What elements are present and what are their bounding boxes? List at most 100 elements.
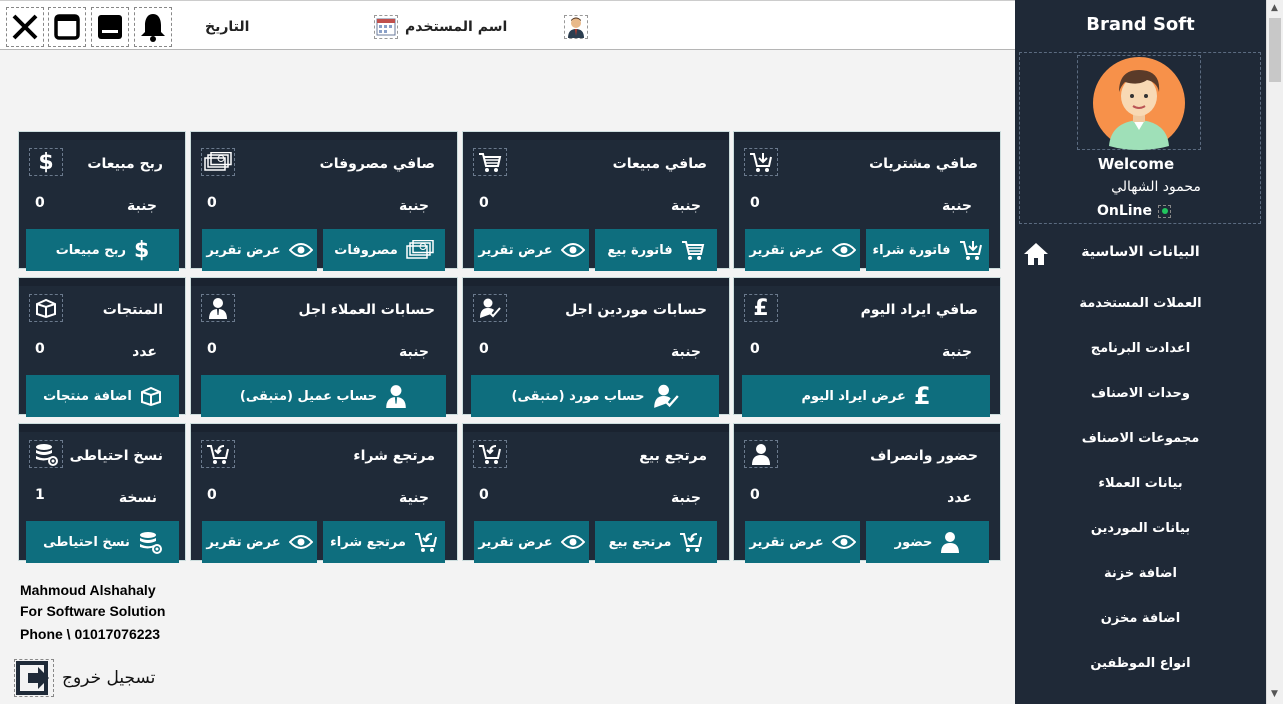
attendance-report-button[interactable]: عرض تقرير: [745, 521, 860, 563]
purchase-return-card: مرتجع شراء 0 جنية مرتجع شراء عرض تقرير: [191, 424, 457, 563]
maximize-button[interactable]: [48, 7, 86, 47]
online-dot-icon: [1158, 204, 1172, 218]
username-label: اسم المستخدم: [405, 19, 508, 35]
maximize-icon: [54, 14, 80, 40]
card-unit: جنية: [398, 490, 429, 506]
money-icon: [201, 148, 235, 176]
customer-accounts-card: حسابات العملاء اجل 0 جنبة حساب عميل (متب…: [191, 278, 457, 417]
sidebar-item-suppliers[interactable]: بيانات الموردين: [1015, 521, 1266, 536]
sales-invoice-button[interactable]: فاتورة بيع: [595, 229, 717, 271]
sales-report-button[interactable]: عرض تقرير: [474, 229, 589, 271]
eye-icon: [288, 535, 313, 549]
database-gear-icon: [29, 440, 63, 468]
button-label: مصروفات: [334, 242, 398, 258]
purchases-report-button[interactable]: عرض تقرير: [745, 229, 860, 271]
expenses-report-button[interactable]: عرض تقرير: [202, 229, 317, 271]
sale-return-button[interactable]: مرتجع بيع: [595, 521, 717, 563]
scroll-down-icon[interactable]: ▼: [1271, 689, 1278, 699]
attendance-button[interactable]: حضور: [866, 521, 989, 563]
logout-button[interactable]: [14, 659, 54, 697]
eye-icon: [560, 535, 585, 549]
card-unit: جنبة: [941, 344, 972, 360]
card-value: 0: [207, 487, 217, 503]
cart-return-icon: [414, 533, 437, 552]
button-label: مرتجع بيع: [608, 534, 672, 550]
card-value: 0: [750, 341, 760, 357]
sidebar: Brand Soft Welcome محمود الشهالي OnLine …: [1015, 0, 1266, 704]
card-title: صافي ايراد اليوم: [860, 302, 978, 318]
sidebar-item-employee-types[interactable]: انواع الموظفين: [1015, 656, 1266, 671]
user-profile-panel: Welcome محمود الشهالي OnLine: [1019, 52, 1261, 224]
add-products-button[interactable]: اضافة منتجات: [26, 375, 179, 417]
card-value: 0: [35, 195, 45, 211]
sidebar-item-currencies[interactable]: العملات المستخدمة: [1015, 296, 1266, 311]
welcome-label: Welcome: [1097, 155, 1175, 173]
purchase-return-report-button[interactable]: عرض تقرير: [202, 521, 317, 563]
card-value: 0: [479, 487, 489, 503]
card-value: 0: [479, 341, 489, 357]
button-label: مرتجع شراء: [330, 534, 406, 550]
card-title: مرتجع شراء: [353, 448, 435, 464]
avatar: [1077, 55, 1201, 150]
profit-card: ربح مبيعات $ 0 جنبة $ ربح مبيعات: [19, 132, 185, 271]
purchase-invoice-button[interactable]: فاتورة شراء: [866, 229, 989, 271]
card-unit: جنبة: [126, 198, 157, 214]
scroll-thumb[interactable]: [1269, 18, 1281, 82]
card-value: 0: [750, 195, 760, 211]
minimize-button[interactable]: [91, 7, 129, 47]
button-label: عرض تقرير: [749, 534, 824, 550]
notification-button[interactable]: [134, 7, 172, 47]
card-value: 0: [207, 195, 217, 211]
cart-plus-icon: [744, 148, 778, 176]
card-title: المنتجات: [102, 302, 163, 318]
card-value: 0: [207, 341, 217, 357]
user-tie-icon: [201, 294, 235, 322]
customer-balance-button[interactable]: حساب عميل (متبقى): [201, 375, 446, 417]
user-tie-icon: [386, 385, 406, 408]
database-gear-icon: [139, 532, 162, 554]
button-label: عرض تقرير: [206, 534, 281, 550]
sidebar-item-add-store[interactable]: اضافة مخزن: [1015, 611, 1266, 626]
bell-icon: [141, 14, 165, 42]
card-title: حضور وانصراف: [870, 448, 978, 464]
sale-return-card: مرتجع بيع 0 جنبة مرتجع بيع عرض تقرير: [463, 424, 729, 563]
button-label: ربح مبيعات: [55, 242, 126, 258]
money-icon: [406, 240, 434, 259]
supplier-balance-button[interactable]: حساب مورد (متبقى): [471, 375, 719, 417]
card-title: صافي مشتريات: [869, 156, 978, 172]
user-check-icon: [653, 384, 679, 408]
products-card: المنتجات 0 عدد اضافة منتجات: [19, 278, 185, 417]
card-title: ربح مبيعات: [87, 156, 163, 172]
card-unit: جنبة: [670, 490, 701, 506]
card-title: صافي مصروفات: [319, 156, 435, 172]
close-icon: [12, 14, 38, 40]
user-check-icon: [473, 294, 507, 322]
logout-label[interactable]: تسجيل خروج: [62, 668, 155, 688]
scroll-up-icon[interactable]: ▲: [1271, 3, 1278, 13]
sidebar-item-add-safe[interactable]: اضافة خزنة: [1015, 566, 1266, 581]
cart-icon: [681, 241, 704, 260]
daily-income-button[interactable]: £ عرض ايراد اليوم: [742, 375, 990, 417]
company-name: Mahmoud Alshahaly: [20, 582, 156, 598]
expenses-card: صافي مصروفات 0 جنبة مصروفات عرض تقرير: [191, 132, 457, 271]
sidebar-item-basic-data[interactable]: البيانات الاساسية: [1015, 244, 1266, 260]
dollar-icon: $: [133, 237, 150, 263]
purchases-card: صافي مشتريات 0 جنبة فاتورة شراء عرض تقري…: [734, 132, 1000, 271]
dollar-icon: $: [29, 148, 63, 176]
vertical-scrollbar[interactable]: ▲ ▼: [1266, 0, 1283, 704]
button-label: عرض ايراد اليوم: [801, 388, 906, 404]
purchase-return-button[interactable]: مرتجع شراء: [323, 521, 445, 563]
sales-profit-button[interactable]: $ ربح مبيعات: [26, 229, 179, 271]
close-button[interactable]: [6, 7, 44, 47]
sidebar-item-settings[interactable]: اعدادت البرنامج: [1015, 341, 1266, 356]
box-icon: [29, 294, 63, 322]
button-label: عرض تقرير: [206, 242, 281, 258]
button-label: فاتورة بيع: [607, 242, 673, 258]
sale-return-report-button[interactable]: عرض تقرير: [474, 521, 589, 563]
sidebar-item-units[interactable]: وحدات الاصناف: [1015, 386, 1266, 401]
expenses-button[interactable]: مصروفات: [323, 229, 445, 271]
sidebar-item-customers[interactable]: بيانات العملاء: [1015, 476, 1266, 491]
sidebar-item-groups[interactable]: مجموعات الاصناف: [1015, 431, 1266, 446]
backup-button[interactable]: نسخ احتياطى: [26, 521, 179, 563]
calendar-icon: [374, 15, 398, 39]
